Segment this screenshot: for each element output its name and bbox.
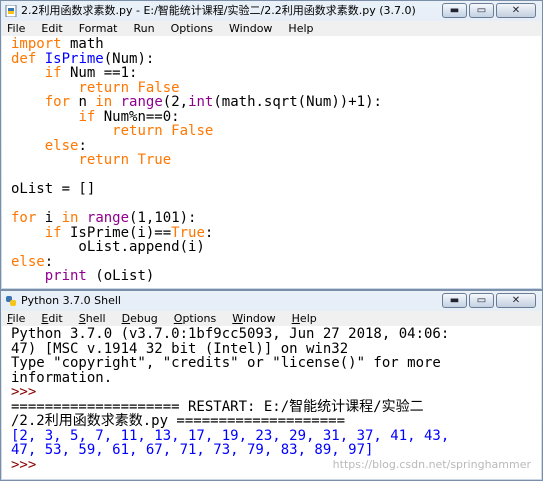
- shell-line[interactable]: 47, 53, 59, 61, 67, 71, 73, 79, 83, 89, …: [11, 443, 449, 458]
- editor-window: 2.2利用函数求素数.py - E:/智能统计课程/实验二/2.2利用函数求素数…: [0, 0, 543, 290]
- python-file-icon: [5, 5, 17, 17]
- menu-edit[interactable]: Edit: [41, 311, 62, 326]
- code-token: return: [112, 123, 163, 139]
- code-token: oList = []: [11, 181, 96, 197]
- code-line[interactable]: if IsPrime(i)==True:: [11, 224, 382, 241]
- menu-format[interactable]: Format: [79, 21, 118, 36]
- code-token: 47, 53, 59, 61, 67, 71, 73, 79, 83, 89, …: [11, 442, 374, 458]
- maximize-button[interactable]: ▭: [469, 3, 494, 18]
- code-line[interactable]: oList.append(i): [11, 240, 382, 255]
- menu-window[interactable]: Window: [229, 21, 272, 36]
- menu-options[interactable]: Options: [171, 21, 213, 36]
- menu-edit[interactable]: Edit: [41, 21, 62, 36]
- code-token: >>>: [11, 456, 45, 473]
- minimize-button[interactable]: ▬: [442, 293, 467, 308]
- code-line[interactable]: oList = []: [11, 182, 382, 197]
- editor-menubar: File Edit Format Run Options Window Help: [2, 21, 541, 36]
- code-text[interactable]: import math def IsPrime(Num): if Num ==1:…: [11, 37, 382, 284]
- code-token: True: [137, 152, 172, 168]
- code-line[interactable]: import math: [11, 37, 382, 52]
- minimize-icon: ▬: [449, 294, 460, 306]
- shell-title: Python 3.7.0 Shell: [21, 294, 121, 307]
- shell-window: Python 3.7.0 Shell ▬ ▭ ✕ File Edit Shell…: [0, 290, 543, 481]
- shell-line[interactable]: [2, 3, 5, 7, 11, 13, 17, 19, 23, 29, 31,…: [11, 428, 449, 444]
- code-line[interactable]: for n in range(2,int(math.sqrt(Num))+1):: [11, 95, 382, 110]
- close-button[interactable]: ✕: [496, 3, 536, 18]
- code-token: return: [78, 152, 130, 168]
- menu-debug[interactable]: Debug: [122, 311, 158, 326]
- maximize-icon: ▭: [476, 294, 487, 306]
- shell-line[interactable]: /2.2利用函数求素数.py ====================: [11, 414, 449, 429]
- code-line[interactable]: print (oList): [11, 269, 382, 284]
- menu-help[interactable]: Help: [288, 21, 313, 36]
- code-line[interactable]: def IsPrime(Num):: [11, 51, 382, 67]
- shell-window-controls: ▬ ▭ ✕: [440, 293, 536, 308]
- menu-options[interactable]: Options: [174, 311, 216, 326]
- python-logo-icon: [6, 296, 16, 306]
- editor-window-controls: ▬ ▭ ✕: [440, 3, 536, 18]
- shell-menubar: File Edit Shell Debug Options Window Hel…: [2, 311, 541, 326]
- watermark: https://blog.csdn.net/springhammer: [332, 458, 531, 471]
- minimize-button[interactable]: ▬: [442, 3, 467, 18]
- menu-shell[interactable]: Shell: [79, 311, 106, 326]
- shell-line[interactable]: information.: [11, 370, 449, 386]
- close-icon: ✕: [511, 4, 521, 16]
- code-line[interactable]: if Num ==1:: [11, 66, 382, 81]
- shell-line[interactable]: Python 3.7.0 (v3.7.0:1bf9cc5093, Jun 27 …: [11, 327, 449, 342]
- shell-line[interactable]: Type "copyright", "credits" or "license(…: [11, 356, 449, 371]
- code-line[interactable]: for i in range(1,101):: [11, 211, 382, 226]
- menu-file[interactable]: File: [7, 311, 25, 326]
- code-line[interactable]: return False: [11, 80, 382, 96]
- code-line[interactable]: return False: [11, 124, 382, 139]
- code-token: :: [204, 224, 214, 241]
- shell-output[interactable]: Python 3.7.0 (v3.7.0:1bf9cc5093, Jun 27 …: [2, 326, 541, 479]
- maximize-icon: ▭: [476, 4, 487, 16]
- code-line[interactable]: else:: [11, 138, 382, 154]
- code-editor[interactable]: import math def IsPrime(Num): if Num ==1:…: [2, 36, 541, 288]
- code-token: (oList): [86, 268, 155, 284]
- shell-line[interactable]: 47) [MSC v.1914 32 bit (Intel)] on win32: [11, 341, 449, 357]
- menu-run[interactable]: Run: [134, 21, 155, 36]
- code-line[interactable]: else:: [11, 254, 382, 270]
- code-line[interactable]: return True: [11, 153, 382, 168]
- shell-line[interactable]: >>>: [11, 385, 449, 400]
- code-line[interactable]: [11, 197, 382, 212]
- code-token: int: [188, 94, 214, 110]
- maximize-button[interactable]: ▭: [469, 293, 494, 308]
- menu-help[interactable]: Help: [292, 311, 317, 326]
- shell-text[interactable]: Python 3.7.0 (v3.7.0:1bf9cc5093, Jun 27 …: [11, 327, 449, 472]
- menu-window[interactable]: Window: [232, 311, 275, 326]
- code-token: (math.sqrt(Num))+1):: [213, 94, 382, 110]
- close-icon: ✕: [511, 294, 521, 306]
- code-line[interactable]: if Num%n==0:: [11, 109, 382, 125]
- code-token: False: [171, 123, 214, 139]
- code-token: print: [44, 268, 87, 284]
- menu-file[interactable]: File: [7, 21, 25, 36]
- editor-title: 2.2利用函数求素数.py - E:/智能统计课程/实验二/2.2利用函数求素数…: [21, 4, 416, 17]
- minimize-icon: ▬: [449, 4, 460, 16]
- code-line[interactable]: [11, 168, 382, 183]
- shell-line[interactable]: ==================== RESTART: E:/智能统计课程/…: [11, 399, 449, 415]
- close-button[interactable]: ✕: [496, 293, 536, 308]
